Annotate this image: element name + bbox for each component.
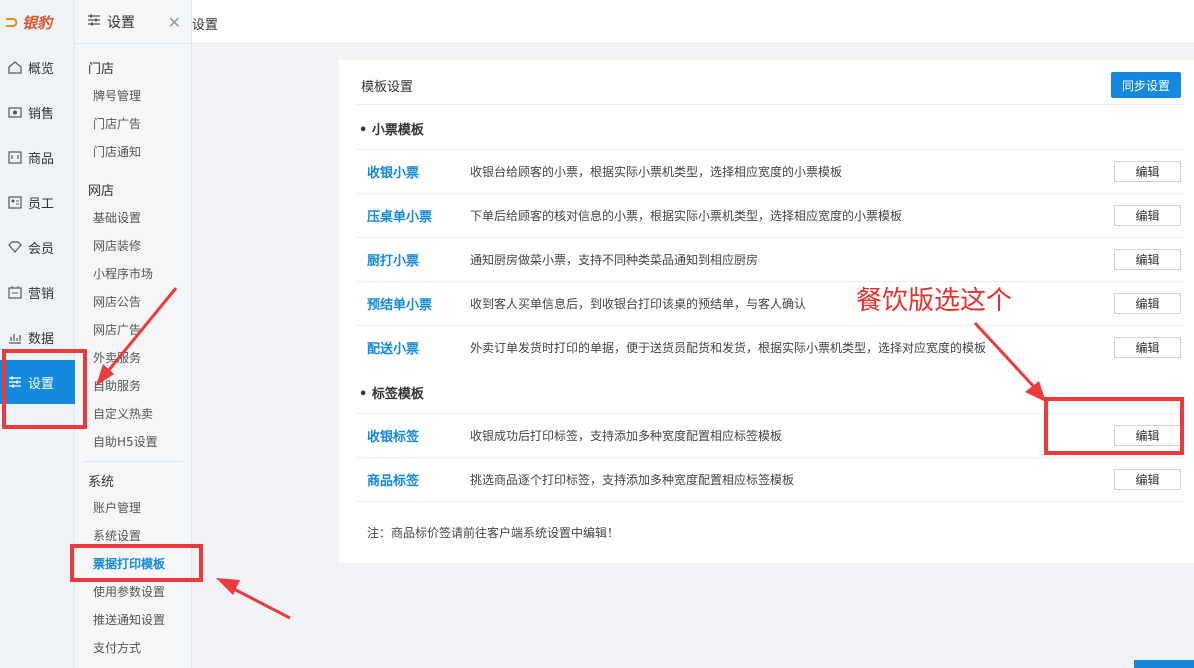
floating-button[interactable] <box>1134 660 1194 668</box>
template-settings-panel: 模板设置 同步设置 • 小票模板 收银小票 收银台给顾客的小票，根据实际小票机类… <box>339 60 1194 563</box>
nav-label: 员工 <box>28 196 55 212</box>
submenu-item[interactable]: 小程序市场 <box>93 265 153 282</box>
submenu-item[interactable]: 使用参数设置 <box>93 583 165 600</box>
row-desc: 外卖订单发货时打印的单据，便于送货员配货和发货，根据实际小票机类型，选择对应宽度… <box>470 341 987 355</box>
edit-button[interactable]: 编辑 <box>1114 249 1181 270</box>
annotation-box-settings <box>2 349 87 429</box>
nav-label: 会员 <box>28 241 55 257</box>
divider <box>357 457 1185 458</box>
row-desc: 通知厨房做菜小票，支持不同种类菜品通知到相应厨房 <box>470 253 759 267</box>
submenu-item[interactable]: 网店广告 <box>93 321 141 338</box>
row-name[interactable]: 厨打小票 <box>367 250 419 269</box>
row-desc: 收银成功后打印标签，支持添加多种宽度配置相应标签模板 <box>470 429 783 443</box>
close-icon[interactable]: ✕ <box>168 13 181 32</box>
submenu-item[interactable]: 外卖服务 <box>93 349 141 366</box>
settings-icon <box>87 13 101 31</box>
main-nav: ⊃ 银豹 概览 销售 商品 员工 会员 营销 数据 设置 <box>0 0 75 668</box>
annotation-box-edit <box>1044 397 1184 455</box>
submenu-item[interactable]: 网店公告 <box>93 293 141 310</box>
submenu-item[interactable]: 支付方式 <box>93 639 141 656</box>
submenu-item[interactable]: 基础设置 <box>93 209 141 226</box>
row-desc: 挑选商品逐个打印标签，支持添加多种宽度配置相应标签模板 <box>470 473 795 487</box>
submenu-item[interactable]: 门店通知 <box>93 143 141 160</box>
submenu-item[interactable]: 账户管理 <box>93 499 141 516</box>
marketing-icon <box>8 285 22 299</box>
nav-item-staff[interactable]: 员工 <box>0 180 75 224</box>
nav-item-overview[interactable]: 概览 <box>0 45 75 89</box>
annotation-arrowhead <box>216 578 240 595</box>
row-desc: 收到客人买单信息后，到收银台打印该桌的预结单，与客人确认 <box>470 297 807 311</box>
nav-label: 营销 <box>28 286 55 302</box>
submenu-item[interactable]: 自助H5设置 <box>93 433 158 450</box>
edit-button[interactable]: 编辑 <box>1114 469 1181 490</box>
footnote: 注：商品标价签请前往客户端系统设置中编辑！ <box>367 526 620 540</box>
shop-icon <box>8 150 22 164</box>
nav-item-goods[interactable]: 商品 <box>0 135 75 179</box>
edit-button[interactable]: 编辑 <box>1114 337 1181 358</box>
row-name[interactable]: 压桌单小票 <box>367 206 432 225</box>
panel-title: 模板设置 <box>361 80 414 95</box>
annotation-arrow <box>231 586 291 620</box>
divider <box>357 193 1185 194</box>
breadcrumb: 设置 <box>192 18 219 33</box>
nav-item-members[interactable]: 会员 <box>0 225 75 269</box>
annotation-box-print-template <box>70 544 203 582</box>
section-title-label: • 标签模板 <box>359 387 424 402</box>
submenu-item[interactable]: 自定义热卖 <box>93 405 153 422</box>
logo-mark-icon: ⊃ <box>4 11 20 33</box>
edit-button[interactable]: 编辑 <box>1114 205 1181 226</box>
edit-button[interactable]: 编辑 <box>1114 293 1181 314</box>
submenu-item[interactable]: 系统设置 <box>93 527 141 544</box>
submenu-group-system: 系统 <box>88 475 115 490</box>
submenu-header: 设置 ✕ <box>75 0 191 44</box>
submenu-divider <box>83 461 183 462</box>
home-icon <box>8 60 22 74</box>
nav-label: 商品 <box>28 151 55 167</box>
section-title-receipt: • 小票模板 <box>359 123 424 138</box>
submenu-item[interactable]: 自助服务 <box>93 377 141 394</box>
chart-icon <box>8 330 22 344</box>
diamond-icon <box>8 240 22 254</box>
nav-label: 概览 <box>28 61 55 77</box>
submenu-group-webstore: 网店 <box>88 184 115 199</box>
annotation-text: 餐饮版选这个 <box>856 286 1013 316</box>
sync-settings-button[interactable]: 同步设置 <box>1111 72 1181 98</box>
row-name[interactable]: 商品标签 <box>367 470 419 489</box>
nav-item-sales[interactable]: 销售 <box>0 90 75 134</box>
divider <box>357 501 1185 502</box>
top-bar: 设置 <box>192 0 1194 44</box>
divider <box>357 325 1185 326</box>
staff-icon <box>8 195 22 209</box>
nav-label: 销售 <box>28 106 55 122</box>
nav-item-marketing[interactable]: 营销 <box>0 270 75 314</box>
row-name[interactable]: 收银小票 <box>367 162 419 181</box>
divider <box>357 281 1185 282</box>
divider <box>357 149 1185 150</box>
submenu-title: 设置 <box>107 14 135 31</box>
submenu-item[interactable]: 网店装修 <box>93 237 141 254</box>
submenu-group-store: 门店 <box>88 62 115 77</box>
submenu-item[interactable]: 牌号管理 <box>93 87 141 104</box>
submenu-item[interactable]: 门店广告 <box>93 115 141 132</box>
logo-text: 银豹 <box>22 13 53 32</box>
row-name[interactable]: 收银标签 <box>367 426 419 445</box>
submenu-item[interactable]: 推送通知设置 <box>93 611 165 628</box>
logo: ⊃ 银豹 <box>0 0 74 44</box>
row-desc: 收银台给顾客的小票，根据实际小票机类型，选择相应宽度的小票模板 <box>470 165 843 179</box>
sales-icon <box>8 105 22 119</box>
edit-button[interactable]: 编辑 <box>1114 161 1181 182</box>
divider <box>357 237 1185 238</box>
nav-label: 数据 <box>28 331 55 347</box>
row-name[interactable]: 预结单小票 <box>367 294 432 313</box>
divider <box>357 104 1185 105</box>
row-desc: 下单后给顾客的核对信息的小票，根据实际小票机类型，选择相应宽度的小票模板 <box>470 209 903 223</box>
row-name[interactable]: 配送小票 <box>367 338 419 357</box>
